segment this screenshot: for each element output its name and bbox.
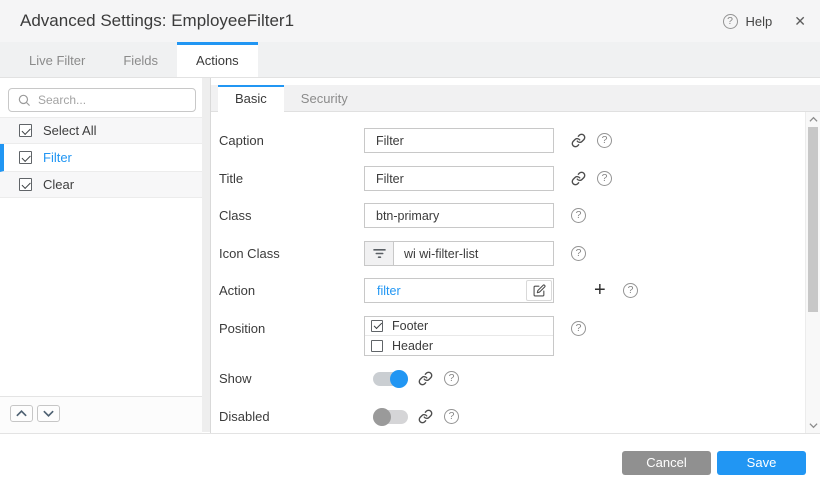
scrollbar-thumb[interactable] xyxy=(808,127,818,312)
action-field[interactable]: filter xyxy=(364,278,554,303)
settings-panel: Basic Security Caption ? Title ? xyxy=(211,78,820,433)
help-icon[interactable]: ? xyxy=(723,14,738,29)
icon-class-group xyxy=(364,241,554,266)
help-icon[interactable]: ? xyxy=(444,371,459,386)
move-up-button[interactable] xyxy=(10,405,33,422)
toggle-knob xyxy=(373,408,391,426)
help-link[interactable]: Help xyxy=(746,14,773,29)
link-icon[interactable] xyxy=(571,171,586,186)
list-item-label: Clear xyxy=(43,177,74,192)
actions-list: Select All Filter Clear xyxy=(0,117,202,198)
form-row-class: Class ? xyxy=(211,203,805,228)
position-option-footer[interactable]: Footer xyxy=(365,317,553,336)
help-icon[interactable]: ? xyxy=(444,409,459,424)
select-all-checkbox[interactable] xyxy=(19,124,32,137)
position-listbox: Footer Header xyxy=(364,316,554,356)
filter-checkbox[interactable] xyxy=(19,151,32,164)
clear-checkbox[interactable] xyxy=(19,178,32,191)
list-item-clear[interactable]: Clear xyxy=(0,172,202,198)
list-item-label: Filter xyxy=(43,150,72,165)
panel-tab-bar: Basic Security xyxy=(211,85,820,112)
action-label: Action xyxy=(219,278,255,303)
show-toggle[interactable] xyxy=(373,370,408,388)
help-icon[interactable]: ? xyxy=(597,133,612,148)
form-row-icon-class: Icon Class ? xyxy=(211,241,805,266)
scroll-down-icon[interactable] xyxy=(806,422,820,429)
edit-action-icon[interactable] xyxy=(526,280,552,301)
actions-sidebar: Select All Filter Clear xyxy=(0,78,211,433)
caption-input[interactable] xyxy=(364,128,554,153)
tab-basic[interactable]: Basic xyxy=(218,85,284,112)
search-icon xyxy=(17,93,31,107)
sidebar-footer xyxy=(0,396,202,433)
header-actions: ? Help ✕ xyxy=(723,0,806,42)
tab-live-filter[interactable]: Live Filter xyxy=(10,42,104,77)
help-icon[interactable]: ? xyxy=(623,283,638,298)
form-row-title: Title ? xyxy=(211,166,805,191)
scroll-up-icon[interactable] xyxy=(806,116,820,123)
link-icon[interactable] xyxy=(571,133,586,148)
help-icon[interactable]: ? xyxy=(571,321,586,336)
title-label: Title xyxy=(219,166,243,191)
main-tab-bar: Live Filter Fields Actions xyxy=(0,42,820,78)
sidebar-scrollbar-track[interactable] xyxy=(202,78,210,432)
tab-actions[interactable]: Actions xyxy=(177,42,258,77)
class-input[interactable] xyxy=(364,203,554,228)
dialog-footer: Cancel Save xyxy=(0,433,820,483)
form-row-caption: Caption ? xyxy=(211,128,805,153)
position-label: Position xyxy=(219,316,265,341)
search-input[interactable] xyxy=(31,93,195,107)
tab-fields[interactable]: Fields xyxy=(104,42,177,77)
footer-checkbox[interactable] xyxy=(371,320,383,332)
dialog-header: Advanced Settings: EmployeeFilter1 ? Hel… xyxy=(0,0,820,42)
option-label: Header xyxy=(392,339,433,353)
close-icon[interactable]: ✕ xyxy=(794,13,806,30)
tab-security[interactable]: Security xyxy=(284,85,365,111)
disabled-toggle[interactable] xyxy=(373,408,408,426)
panel-scrollbar[interactable] xyxy=(805,112,820,433)
dialog-title: Advanced Settings: EmployeeFilter1 xyxy=(20,0,294,42)
position-option-header[interactable]: Header xyxy=(365,336,553,355)
cancel-button[interactable]: Cancel xyxy=(622,451,711,475)
help-icon[interactable]: ? xyxy=(597,171,612,186)
search-box xyxy=(8,88,196,112)
form-row-position: Position Footer Header ? xyxy=(211,316,805,356)
form-row-action: Action filter + ? xyxy=(211,278,805,303)
option-label: Footer xyxy=(392,319,428,333)
list-item-label: Select All xyxy=(43,123,96,138)
class-label: Class xyxy=(219,203,252,228)
icon-class-input[interactable] xyxy=(394,242,553,265)
form-row-show: Show ? xyxy=(211,370,805,388)
add-action-button[interactable]: + xyxy=(594,278,606,302)
save-button[interactable]: Save xyxy=(717,451,806,475)
list-item-select-all[interactable]: Select All xyxy=(0,118,202,144)
disabled-label: Disabled xyxy=(219,408,270,426)
basic-form: Caption ? Title ? Class ? xyxy=(211,112,805,433)
title-input[interactable] xyxy=(364,166,554,191)
caption-label: Caption xyxy=(219,128,264,153)
show-label: Show xyxy=(219,370,252,388)
help-icon[interactable]: ? xyxy=(571,246,586,261)
link-icon[interactable] xyxy=(418,409,433,424)
form-row-disabled: Disabled ? xyxy=(211,408,805,426)
move-down-button[interactable] xyxy=(37,405,60,422)
link-icon[interactable] xyxy=(418,371,433,386)
list-item-filter[interactable]: Filter xyxy=(0,144,202,172)
toggle-knob xyxy=(390,370,408,388)
help-icon[interactable]: ? xyxy=(571,208,586,223)
advanced-settings-dialog: Advanced Settings: EmployeeFilter1 ? Hel… xyxy=(0,0,820,483)
header-checkbox[interactable] xyxy=(371,340,383,352)
icon-class-label: Icon Class xyxy=(219,241,280,266)
action-value[interactable]: filter xyxy=(365,284,526,298)
filter-list-icon[interactable] xyxy=(365,242,394,265)
